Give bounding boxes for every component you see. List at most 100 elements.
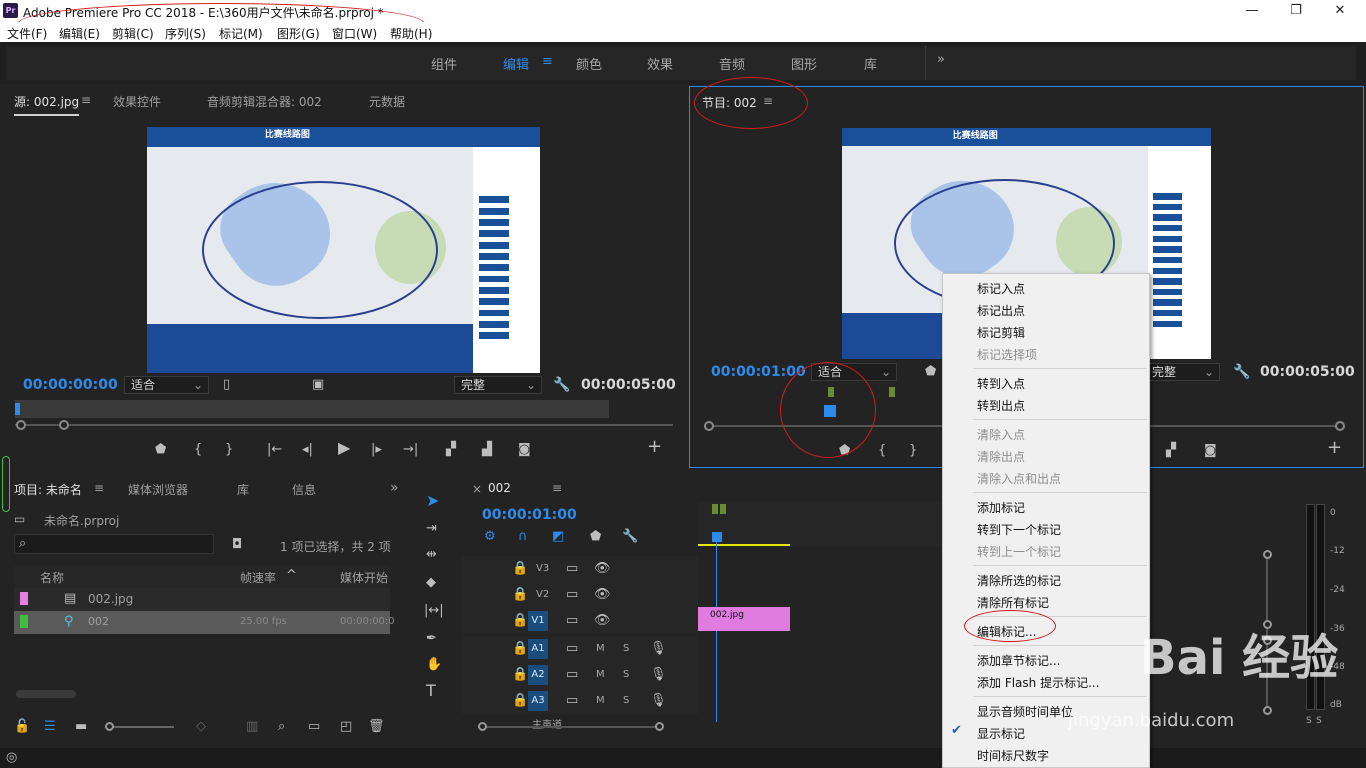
source-zoom-scroll[interactable] <box>15 424 673 426</box>
menu-file[interactable]: 文件(F) <box>7 25 47 42</box>
workspace-overflow-icon[interactable]: » <box>937 52 945 67</box>
play-icon[interactable]: ▶ <box>338 440 350 456</box>
maximize-button[interactable]: ❐ <box>1274 0 1318 22</box>
marker-icon[interactable]: ⬟ <box>925 365 936 379</box>
workspace-tab-effects[interactable]: 效果 <box>647 54 673 73</box>
menu-sequence[interactable]: 序列(S) <box>165 25 206 42</box>
tab-info[interactable]: 信息 <box>292 481 316 498</box>
close-icon[interactable]: × <box>472 482 482 496</box>
mute-button[interactable]: M <box>596 695 605 706</box>
lock-icon[interactable]: 🔒 <box>512 668 528 682</box>
new-search-bin-icon[interactable]: ◘ <box>232 538 242 552</box>
workspace-tab-color[interactable]: 颜色 <box>576 54 602 73</box>
menu-item-add-marker[interactable]: 添加标记 <box>977 499 1025 516</box>
mark-in-icon[interactable]: { <box>878 444 886 458</box>
zoom-handle-left[interactable] <box>478 722 487 731</box>
tab-project[interactable]: 项目: 未命名 <box>14 481 82 498</box>
mute-button[interactable]: M <box>596 669 605 680</box>
workspace-menu-icon[interactable]: ≡ <box>542 54 553 69</box>
timeline-playhead[interactable] <box>712 532 722 542</box>
timecode-display-icon[interactable]: ▣ <box>312 378 324 392</box>
project-horizontal-scrollbar[interactable] <box>16 690 76 698</box>
workspace-tab-audio[interactable]: 音频 <box>719 54 745 73</box>
tab-effect-controls[interactable]: 效果控件 <box>113 93 161 110</box>
button-editor-plus-icon[interactable]: + <box>1327 439 1342 457</box>
menu-item-show-markers[interactable]: 显示标记 <box>977 725 1025 742</box>
timeline-zoom-scroll[interactable] <box>478 726 662 728</box>
microphone-icon[interactable]: 🎙 <box>650 668 667 682</box>
safe-margins-icon[interactable]: ▯ <box>223 378 230 392</box>
menu-item-go-to-out[interactable]: 转到出点 <box>977 397 1025 414</box>
table-row-selected[interactable]: ⚲ 002 25.00 fps 00:00:00:0 <box>14 611 395 634</box>
project-tab-menu-icon[interactable]: ≡ <box>94 481 104 495</box>
scroll-handle-top[interactable] <box>1263 550 1272 559</box>
timeline-timecode[interactable]: 00:00:01:00 <box>482 507 577 523</box>
mark-in-icon[interactable]: { <box>194 443 202 457</box>
button-editor-plus-icon[interactable]: + <box>647 438 662 456</box>
scroll-handle-bottom[interactable] <box>1263 706 1272 715</box>
trash-icon[interactable]: 🗑 <box>368 720 385 734</box>
menu-item-next-marker[interactable]: 转到下一个标记 <box>977 521 1061 538</box>
go-to-out-icon[interactable]: →| <box>403 443 418 457</box>
menu-marker[interactable]: 标记(M) <box>219 25 263 42</box>
zoom-handle-right[interactable] <box>655 722 664 731</box>
mark-out-icon[interactable]: } <box>225 443 233 457</box>
find-icon[interactable]: ⌕ <box>278 720 285 734</box>
pen-tool-icon[interactable]: ✒ <box>426 632 437 646</box>
workspace-tab-graphics[interactable]: 图形 <box>791 54 817 73</box>
solo-button[interactable]: S <box>623 669 629 680</box>
menu-item-mark-in[interactable]: 标记入点 <box>977 280 1025 297</box>
menu-item-mark-clip[interactable]: 标记剪辑 <box>977 324 1025 341</box>
sync-lock-icon[interactable]: ▭ <box>566 642 578 656</box>
tab-audio-clip-mixer[interactable]: 音频剪辑混合器: 002 <box>207 93 322 110</box>
menu-graphics[interactable]: 图形(G) <box>277 25 320 42</box>
lock-icon[interactable]: 🔒 <box>512 642 528 656</box>
zoom-handle-left[interactable] <box>16 420 26 430</box>
tab-sequence[interactable]: 002 <box>488 481 511 495</box>
lock-icon[interactable]: 🔒 <box>512 694 528 708</box>
icon-view-icon[interactable]: ▬ <box>75 720 87 734</box>
panel-resize-handle[interactable] <box>2 456 10 512</box>
automate-icon[interactable]: ▥ <box>246 720 258 734</box>
camera-icon[interactable]: ◙ <box>1204 444 1217 458</box>
sync-lock-icon[interactable]: ▭ <box>566 694 578 708</box>
eye-icon[interactable]: 👁 <box>594 614 611 628</box>
workspace-tab-libraries[interactable]: 库 <box>864 54 877 73</box>
eye-icon[interactable]: 👁 <box>594 588 611 602</box>
overwrite-icon[interactable]: ▟ <box>482 443 492 457</box>
mark-out-icon[interactable]: } <box>909 444 917 458</box>
lift-icon[interactable]: ▞ <box>1166 444 1176 458</box>
project-overflow-icon[interactable]: » <box>390 480 399 496</box>
sort-icon[interactable]: ◇ <box>196 720 206 734</box>
source-tab-menu-icon[interactable]: ≡ <box>81 93 91 107</box>
workspace-tab-assembly[interactable]: 组件 <box>431 54 457 73</box>
workspace-tab-editing[interactable]: 编辑 <box>503 54 529 73</box>
nest-icon[interactable]: ⚙ <box>484 530 496 544</box>
wrench-icon[interactable]: 🔧 <box>1233 365 1250 379</box>
lock-icon[interactable]: 🔒 <box>512 588 528 602</box>
lock-icon[interactable]: 🔒 <box>512 614 528 628</box>
menu-clip[interactable]: 剪辑(C) <box>112 25 154 42</box>
program-marker-2[interactable] <box>889 387 895 397</box>
slip-tool-icon[interactable]: |↔| <box>424 604 444 618</box>
timeline-tab-menu-icon[interactable]: ≡ <box>552 481 562 495</box>
menu-item-go-to-in[interactable]: 转到入点 <box>977 375 1025 392</box>
sync-lock-icon[interactable]: ▭ <box>566 668 578 682</box>
step-forward-icon[interactable]: |▸ <box>371 443 382 457</box>
track-target-v1[interactable]: V1 <box>528 611 548 631</box>
solo-left-button[interactable]: S <box>1306 716 1312 726</box>
menu-help[interactable]: 帮助(H) <box>390 25 432 42</box>
work-area-bar[interactable] <box>698 544 790 546</box>
tab-source[interactable]: 源: 002.jpg <box>14 93 80 116</box>
lock-icon[interactable]: 🔒 <box>512 562 528 576</box>
zoom-handle-right[interactable] <box>59 420 69 430</box>
source-playhead[interactable] <box>15 403 20 415</box>
list-view-icon[interactable]: ☰ <box>44 720 56 734</box>
source-timecode-current[interactable]: 00:00:00:00 <box>23 377 118 393</box>
sync-lock-icon[interactable]: ▭ <box>566 588 578 602</box>
source-quality-dropdown[interactable]: 完整 ⌄ <box>454 376 542 394</box>
menu-item-add-flash-cue-marker[interactable]: 添加 Flash 提示标记... <box>977 674 1100 691</box>
track-target-a1[interactable]: A1 <box>528 639 548 659</box>
linked-selection-icon[interactable]: ◩ <box>552 530 564 544</box>
timeline-ruler[interactable] <box>698 502 942 546</box>
